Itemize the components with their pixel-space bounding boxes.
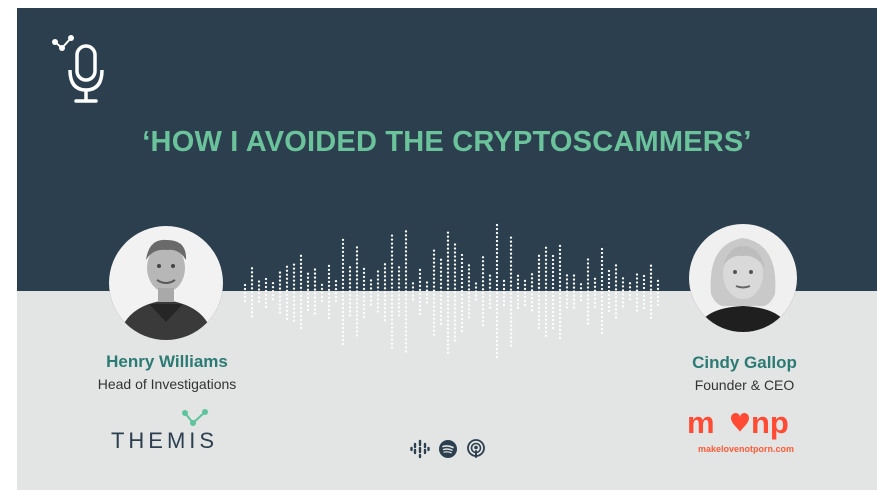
speaker-name: Cindy Gallop — [692, 353, 797, 372]
sound-wave-graphic — [243, 223, 660, 359]
makelovenotporn-logo: m np — [687, 405, 805, 440]
apple-podcasts-icon[interactable] — [466, 439, 486, 459]
svg-text:m: m — [687, 406, 715, 440]
themis-logo: THEMIS — [110, 428, 219, 453]
podcast-platforms — [410, 438, 500, 460]
speaker-photo-cindy — [689, 224, 797, 332]
speaker-photo-henry — [109, 226, 223, 340]
episode-title: ‘HOW I AVOIDED THE CRYPTOSCAMMERS’ — [142, 126, 752, 158]
spotify-icon[interactable] — [438, 439, 458, 459]
themis-logo-mark-icon — [180, 408, 210, 430]
speaker-role: Founder & CEO — [694, 377, 795, 393]
microphone-icon — [49, 34, 113, 108]
speaker-name: Henry Williams — [106, 352, 228, 371]
podcast-banner: ‘HOW I AVOIDED THE CRYPTOSCAMMERS’ Henry… — [17, 8, 877, 490]
speaker-role: Head of Investigations — [97, 376, 237, 392]
google-podcasts-icon[interactable] — [410, 439, 430, 459]
svg-text:np: np — [751, 406, 789, 440]
makelovenotporn-url: makelovenotporn.com — [697, 444, 795, 454]
